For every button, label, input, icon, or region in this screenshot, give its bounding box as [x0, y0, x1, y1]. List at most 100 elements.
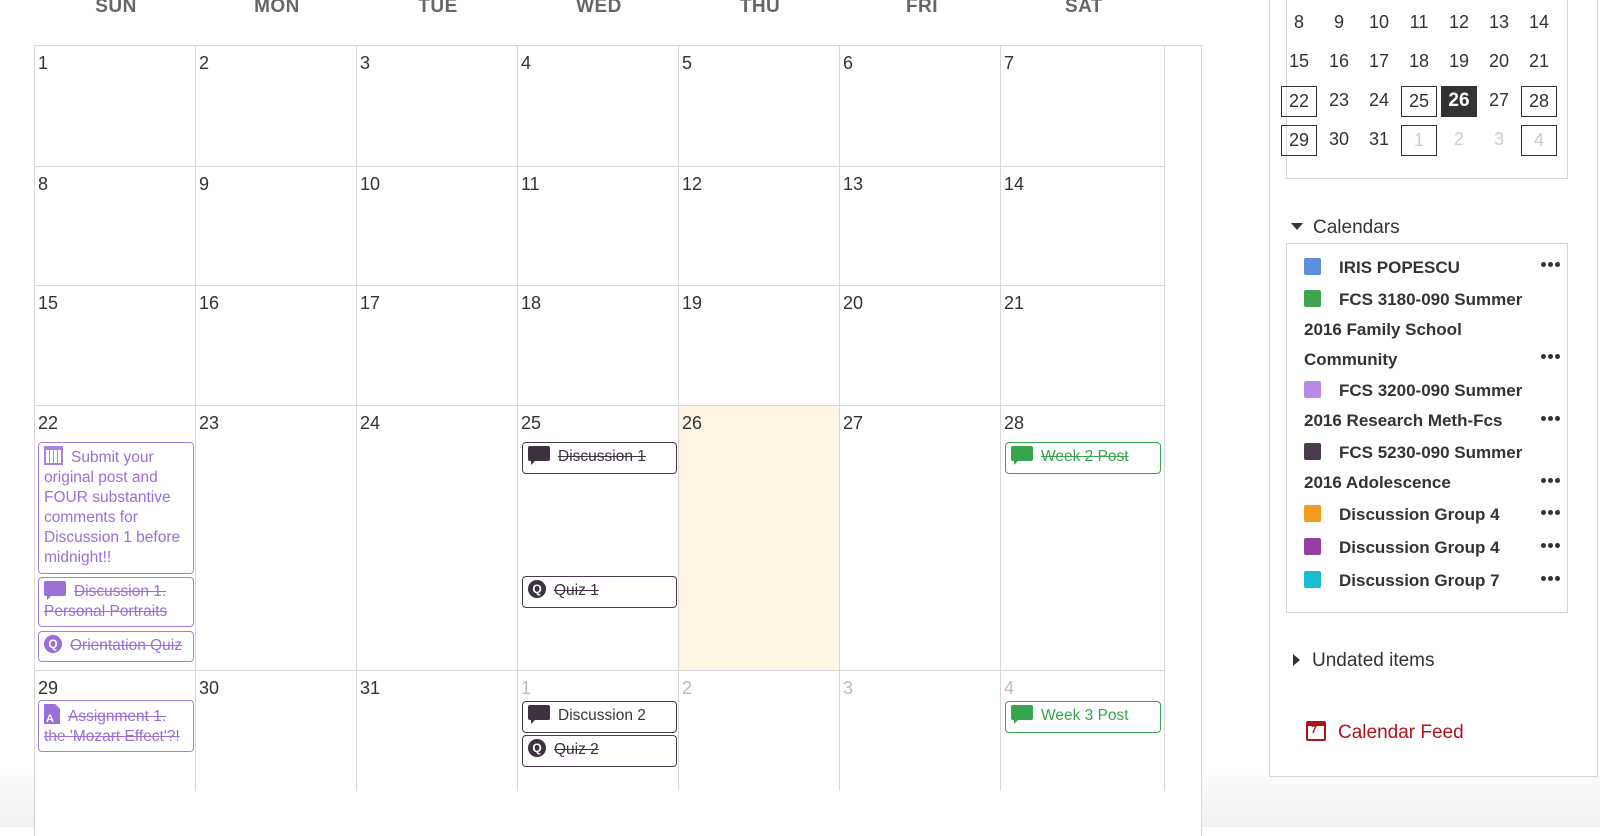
- day-cell-today[interactable]: 26: [679, 406, 840, 671]
- day-number: 15: [38, 293, 59, 313]
- mini-day[interactable]: 14: [1521, 8, 1557, 39]
- more-options-icon[interactable]: [1541, 478, 1560, 483]
- mini-day[interactable]: 10: [1361, 8, 1397, 39]
- day-cell[interactable]: 2: [196, 46, 357, 167]
- calendars-toggle[interactable]: Calendars: [1291, 217, 1400, 239]
- day-cell[interactable]: 18: [518, 286, 679, 406]
- day-cell-next-month[interactable]: 3: [840, 671, 1001, 791]
- calendar-color-swatch[interactable]: [1304, 381, 1321, 398]
- calendar-item-fcs3200[interactable]: FCS 3200-090 Summer 2016 Research Meth-F…: [1304, 376, 1534, 436]
- event-title: Discussion 1: [558, 448, 646, 465]
- calendar-color-swatch[interactable]: [1304, 443, 1321, 460]
- day-cell[interactable]: 12: [679, 167, 840, 286]
- mini-day-next-month[interactable]: 4: [1521, 125, 1557, 156]
- day-number: 13: [843, 174, 864, 194]
- calendar-item-group4[interactable]: Discussion Group 4: [1304, 500, 1534, 530]
- day-cell[interactable]: 4: [518, 46, 679, 167]
- mini-day-today[interactable]: 26: [1441, 86, 1477, 117]
- more-options-icon[interactable]: [1541, 354, 1560, 359]
- mini-day-has-event[interactable]: 22: [1281, 86, 1317, 117]
- weekday-thu: THU: [739, 0, 781, 17]
- mini-day[interactable]: 21: [1521, 47, 1557, 78]
- event-discussion1[interactable]: Discussion 1: [522, 442, 677, 474]
- calendar-item-iris[interactable]: IRIS POPESCU: [1304, 253, 1534, 283]
- event-quiz1[interactable]: Quiz 1: [522, 576, 677, 608]
- mini-day-next-month[interactable]: 1: [1401, 125, 1437, 156]
- day-cell-next-month[interactable]: 2: [679, 671, 840, 791]
- mini-day[interactable]: 23: [1321, 86, 1357, 117]
- mini-day-has-event[interactable]: 25: [1401, 86, 1437, 117]
- mini-day[interactable]: 17: [1361, 47, 1397, 78]
- event-submit-post[interactable]: Submit your original post and FOUR subst…: [38, 442, 194, 574]
- calendar-item-fcs5230[interactable]: FCS 5230-090 Summer 2016 Adolescence: [1304, 438, 1534, 498]
- day-cell[interactable]: 24: [357, 406, 518, 671]
- day-number: 28: [1004, 413, 1025, 433]
- day-number: 21: [1004, 293, 1025, 313]
- mini-day[interactable]: 8: [1281, 8, 1317, 39]
- mini-day[interactable]: 15: [1281, 47, 1317, 78]
- event-discussion1-portraits[interactable]: Discussion 1. Personal Portraits: [38, 577, 194, 627]
- calendar-color-swatch[interactable]: [1304, 505, 1321, 522]
- mini-day[interactable]: 9: [1321, 8, 1357, 39]
- calendar-color-swatch[interactable]: [1304, 571, 1321, 588]
- more-options-icon[interactable]: [1541, 262, 1560, 267]
- more-options-icon[interactable]: [1541, 576, 1560, 581]
- day-cell[interactable]: 9: [196, 167, 357, 286]
- event-week3-post[interactable]: Week 3 Post: [1005, 701, 1161, 733]
- event-orientation-quiz[interactable]: Orientation Quiz: [38, 631, 194, 662]
- mini-day[interactable]: 12: [1441, 8, 1477, 39]
- day-cell[interactable]: 3: [357, 46, 518, 167]
- day-cell[interactable]: 11: [518, 167, 679, 286]
- quiz-icon: [528, 580, 546, 598]
- day-cell[interactable]: 14: [1001, 167, 1165, 286]
- day-cell[interactable]: 20: [840, 286, 1001, 406]
- day-cell[interactable]: 16: [196, 286, 357, 406]
- mini-day[interactable]: 16: [1321, 47, 1357, 78]
- calendar-item-group7[interactable]: Discussion Group 7: [1304, 566, 1534, 596]
- day-cell[interactable]: 21: [1001, 286, 1165, 406]
- day-number: 27: [843, 413, 864, 433]
- mini-day[interactable]: 11: [1401, 8, 1437, 39]
- day-cell[interactable]: 19: [679, 286, 840, 406]
- day-cell[interactable]: 6: [840, 46, 1001, 167]
- more-options-icon[interactable]: [1541, 510, 1560, 515]
- event-week2-post[interactable]: Week 2 Post: [1005, 442, 1161, 474]
- event-assignment1[interactable]: Assignment 1. the 'Mozart Effect'?!: [38, 700, 194, 752]
- mini-day-next-month[interactable]: 3: [1481, 125, 1517, 156]
- day-cell[interactable]: 13: [840, 167, 1001, 286]
- mini-day-next-month[interactable]: 2: [1441, 125, 1477, 156]
- day-cell[interactable]: 27: [840, 406, 1001, 671]
- day-cell[interactable]: 10: [357, 167, 518, 286]
- event-quiz2[interactable]: Quiz 2: [522, 735, 677, 767]
- day-cell[interactable]: 1: [35, 46, 196, 167]
- mini-day[interactable]: 20: [1481, 47, 1517, 78]
- calendar-feed-link[interactable]: Calendar Feed: [1306, 721, 1464, 744]
- mini-day-has-event[interactable]: 29: [1281, 125, 1317, 156]
- calendar-color-swatch[interactable]: [1304, 538, 1321, 555]
- calendar-item-fcs3180[interactable]: FCS 3180-090 Summer 2016 Family School C…: [1304, 285, 1534, 375]
- calendar-item-group4b[interactable]: Discussion Group 4: [1304, 533, 1534, 563]
- calendar-color-swatch[interactable]: [1304, 290, 1321, 307]
- weekday-wed: WED: [576, 0, 622, 17]
- day-cell[interactable]: 5: [679, 46, 840, 167]
- day-cell[interactable]: 23: [196, 406, 357, 671]
- more-options-icon[interactable]: [1541, 543, 1560, 548]
- mini-day-has-event[interactable]: 28: [1521, 86, 1557, 117]
- mini-day[interactable]: 19: [1441, 47, 1477, 78]
- mini-day[interactable]: 24: [1361, 86, 1397, 117]
- day-cell[interactable]: 30: [196, 671, 357, 791]
- calendar-color-swatch[interactable]: [1304, 258, 1321, 275]
- mini-day[interactable]: 27: [1481, 86, 1517, 117]
- undated-items-toggle[interactable]: Undated items: [1293, 650, 1435, 672]
- day-cell[interactable]: 31: [357, 671, 518, 791]
- day-cell[interactable]: 17: [357, 286, 518, 406]
- more-options-icon[interactable]: [1541, 416, 1560, 421]
- mini-day[interactable]: 31: [1361, 125, 1397, 156]
- day-cell[interactable]: 8: [35, 167, 196, 286]
- day-cell[interactable]: 7: [1001, 46, 1165, 167]
- mini-day[interactable]: 30: [1321, 125, 1357, 156]
- day-cell[interactable]: 15: [35, 286, 196, 406]
- event-discussion2[interactable]: Discussion 2: [522, 701, 677, 733]
- mini-day[interactable]: 13: [1481, 8, 1517, 39]
- mini-day[interactable]: 18: [1401, 47, 1437, 78]
